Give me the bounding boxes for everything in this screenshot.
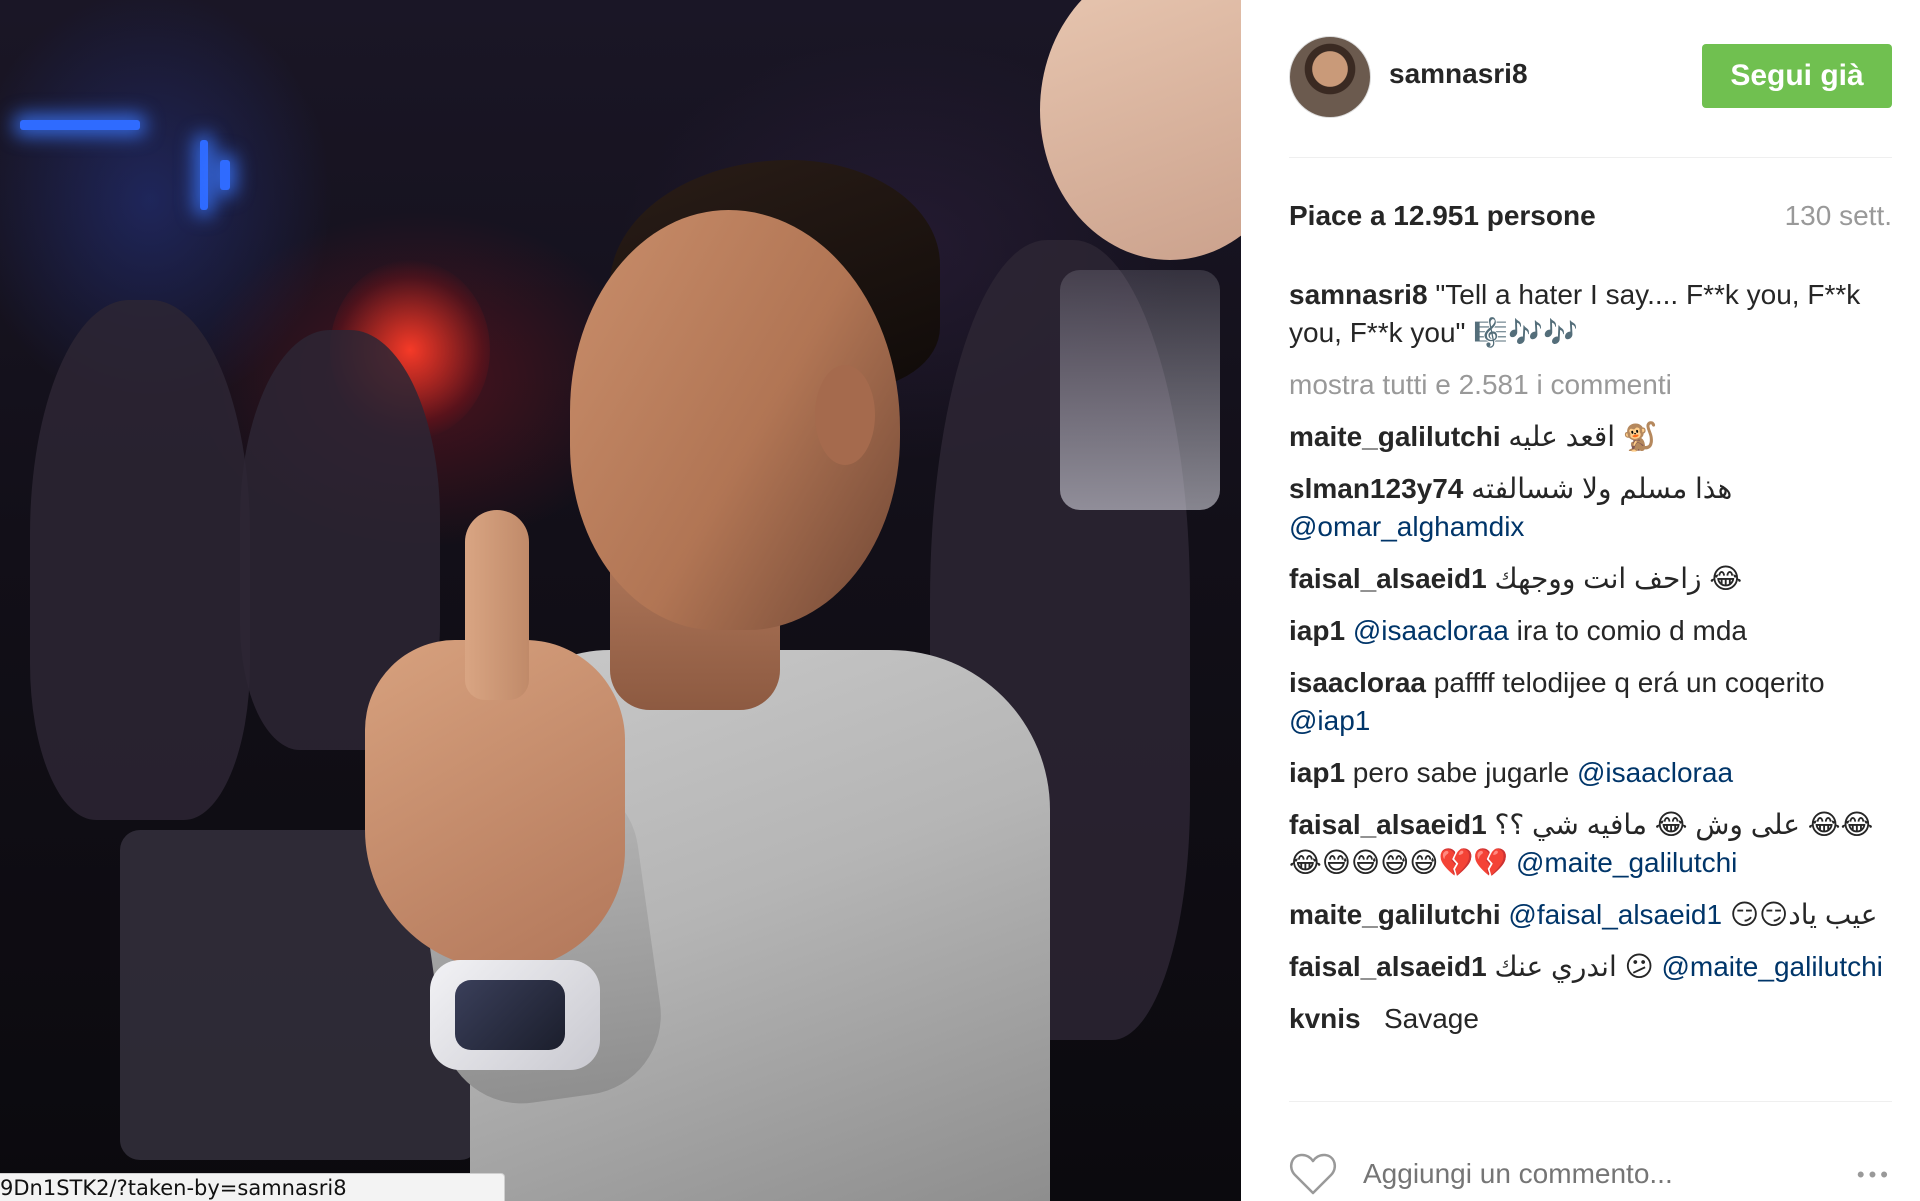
more-options-icon[interactable]: ••• (1857, 1162, 1892, 1188)
likes-count[interactable]: Piace a 12.951 persone (1289, 200, 1596, 232)
comment-text: Savage (1360, 1003, 1479, 1034)
caption-username[interactable]: samnasri8 (1289, 279, 1428, 310)
comment-mention[interactable]: @isaacloraa (1577, 757, 1733, 788)
comment-text: 😏😏عيب ياد (1722, 899, 1878, 930)
header-divider (1289, 157, 1892, 158)
comment: iap1 @isaacloraa ira to comio d mda (1289, 612, 1892, 650)
comment-username[interactable]: isaacloraa (1289, 667, 1426, 698)
comment: faisal_alsaeid1 على وش 😂 مافيه شي ؟؟ 😂😂😂… (1289, 806, 1892, 882)
neon-light (200, 140, 208, 210)
neon-light (220, 160, 230, 190)
comment-mention[interactable]: @maite_galilutchi (1661, 951, 1882, 982)
raised-finger (465, 510, 529, 700)
comment-mention[interactable]: @isaacloraa (1353, 615, 1509, 646)
comment-text: اقعد عليه 🐒 (1500, 421, 1658, 452)
comment-mention[interactable]: @faisal_alsaeid1 (1508, 899, 1722, 930)
crowd-person (30, 300, 250, 820)
status-bar-url: 9Dn1STK2/?taken-by=samnasri8 (0, 1173, 505, 1201)
comment: maite_galilutchi @faisal_alsaeid1 😏😏عيب … (1289, 896, 1892, 934)
comment-username[interactable]: faisal_alsaeid1 (1289, 809, 1487, 840)
comment-text: زاحف انت ووجهك 😂 (1486, 563, 1743, 594)
comment-text: هذا مسلم ولا شسالفته (1463, 473, 1733, 504)
post-side-panel: samnasri8 Segui già Piace a 12.951 perso… (1241, 0, 1920, 1201)
wine-glass (1060, 270, 1220, 510)
view-all-comments-link[interactable]: mostra tutti e 2.581 i commenti (1289, 366, 1892, 404)
comment: isaacloraa paffff telodijee q erá un coq… (1289, 664, 1892, 740)
comment: kvnis Savage (1289, 1000, 1892, 1038)
neon-light (20, 120, 140, 130)
comment-text: اندري عنك 😕 (1486, 951, 1662, 982)
comment-username[interactable]: faisal_alsaeid1 (1289, 563, 1487, 594)
comment-username[interactable]: slman123y74 (1289, 473, 1463, 504)
comment-username[interactable]: iap1 (1289, 757, 1345, 788)
comment-mention[interactable]: @maite_galilutchi (1516, 847, 1737, 878)
comment-username[interactable]: iap1 (1289, 615, 1345, 646)
comment-text: pero sabe jugarle (1345, 757, 1577, 788)
post-photo[interactable]: 9Dn1STK2/?taken-by=samnasri8 (0, 0, 1241, 1201)
comment-username[interactable]: kvnis (1289, 1003, 1361, 1034)
comment: faisal_alsaeid1 زاحف انت ووجهك 😂 (1289, 560, 1892, 598)
comment: maite_galilutchi اقعد عليه 🐒 (1289, 418, 1892, 456)
follow-button[interactable]: Segui già (1702, 44, 1892, 108)
comment: iap1 pero sabe jugarle @isaacloraa (1289, 754, 1892, 792)
ear (815, 365, 875, 465)
post-header: samnasri8 Segui già (1289, 36, 1892, 120)
comment-mention[interactable]: @iap1 (1289, 705, 1370, 736)
post-age[interactable]: 130 sett. (1785, 200, 1892, 232)
comment-username[interactable]: maite_galilutchi (1289, 899, 1501, 930)
comments-list[interactable]: samnasri8 "Tell a hater I say.... F**k y… (1289, 276, 1892, 1102)
header-username[interactable]: samnasri8 (1389, 58, 1528, 90)
watch-face (455, 980, 565, 1050)
comment: faisal_alsaeid1 اندري عنك 😕 @maite_galil… (1289, 948, 1892, 986)
add-comment-input[interactable] (1363, 1152, 1763, 1196)
post-footer: ••• (1289, 1100, 1892, 1201)
comment-username[interactable]: maite_galilutchi (1289, 421, 1501, 452)
comment-text: ira to comio d mda (1508, 615, 1747, 646)
comment: slman123y74 هذا مسلم ولا شسالفته @omar_a… (1289, 470, 1892, 546)
comment-mention[interactable]: @omar_alghamdix (1289, 511, 1524, 542)
comment-username[interactable]: faisal_alsaeid1 (1289, 951, 1487, 982)
post-caption: samnasri8 "Tell a hater I say.... F**k y… (1289, 276, 1892, 352)
comment-text: paffff telodijee q erá un coqerito (1426, 667, 1825, 698)
heart-icon[interactable] (1289, 1152, 1337, 1196)
avatar[interactable] (1289, 36, 1371, 118)
